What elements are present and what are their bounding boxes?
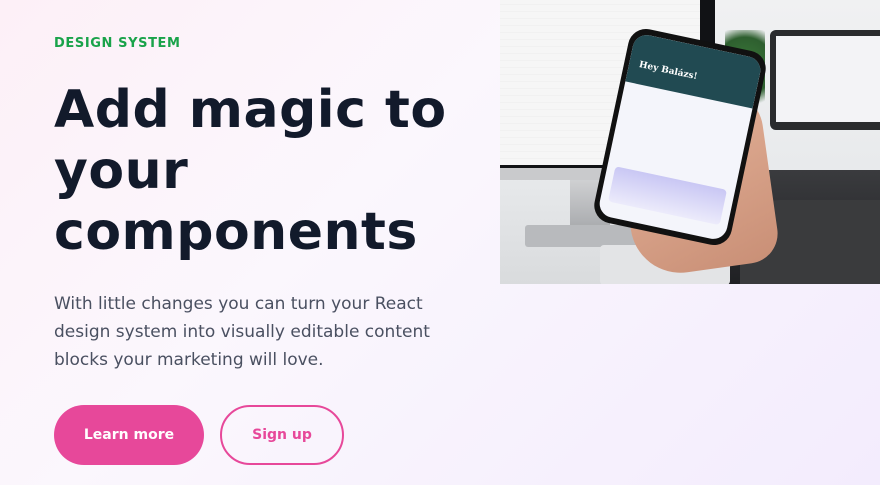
hero-image: Hey Balázs!: [500, 0, 880, 284]
sign-up-button[interactable]: Sign up: [220, 405, 344, 465]
monitor-stand-base: [525, 225, 640, 247]
laptop-image: [770, 30, 880, 130]
phone-chart: [608, 166, 728, 226]
learn-more-button[interactable]: Learn more: [54, 405, 204, 465]
hero-headline: Add magic to your components: [54, 80, 474, 263]
eyebrow-label: DESIGN SYSTEM: [54, 36, 181, 51]
headline-line-1: Add magic to: [54, 80, 447, 140]
headline-line-2: your: [54, 141, 189, 201]
hero-content: DESIGN SYSTEM Add magic to your componen…: [54, 36, 474, 374]
hero-subhead: With little changes you can turn your Re…: [54, 294, 430, 370]
hero-actions: Learn more Sign up: [54, 405, 344, 465]
headline-line-3: components: [54, 202, 418, 262]
